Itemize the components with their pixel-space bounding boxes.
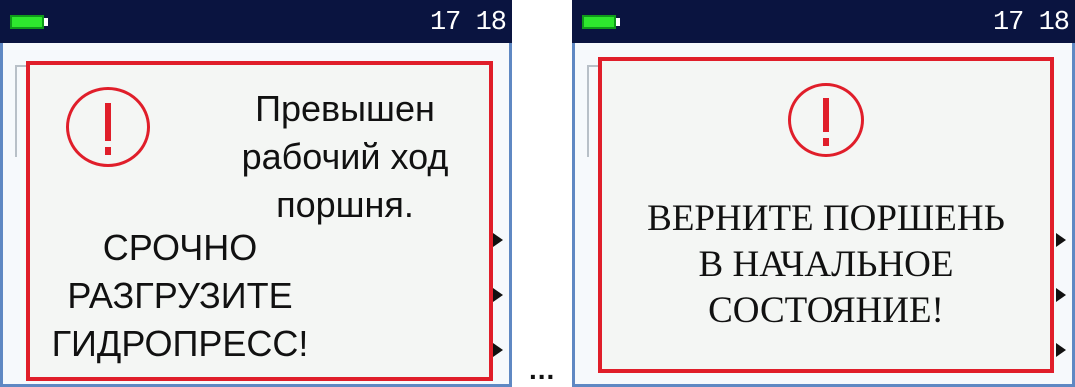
message-line: ВЕРНИТЕ ПОРШЕНЬ — [647, 198, 1005, 239]
exclamation-bar — [823, 98, 829, 132]
alert-message-top: Превышен рабочий ход поршня. — [220, 85, 470, 229]
battery-tip — [616, 18, 620, 26]
device-screen-1: 17 18 Превышен рабочий ход поршня. СРОЧН… — [0, 0, 512, 387]
alert-dialog: ВЕРНИТЕ ПОРШЕНЬ В НАЧАЛЬНОЕ СОСТОЯНИЕ! — [598, 57, 1054, 373]
exclamation-circle-icon — [788, 83, 864, 157]
exclamation-dot — [105, 147, 111, 155]
arrow-right-icon — [493, 288, 503, 302]
arrow-right-icon — [1056, 288, 1066, 302]
battery-icon — [10, 15, 44, 29]
alert-dialog: Превышен рабочий ход поршня. СРОЧНО РАЗГ… — [26, 61, 493, 381]
device-screen-2: 17 18 ВЕРНИТЕ ПОРШЕНЬ В НАЧАЛЬНОЕ СОСТОЯ… — [572, 0, 1075, 387]
message-line: СРОЧНО — [102, 227, 258, 268]
status-bar: 17 18 — [0, 0, 512, 43]
alert-message-bottom: СРОЧНО РАЗГРУЗИТЕ ГИДРОПРЕСС! — [30, 224, 330, 368]
sequence-ellipsis: ... — [529, 354, 556, 385]
alert-message: ВЕРНИТЕ ПОРШЕНЬ В НАЧАЛЬНОЕ СОСТОЯНИЕ! — [602, 196, 1050, 334]
message-line: СОСТОЯНИЕ! — [708, 290, 944, 331]
message-line: поршня. — [276, 184, 414, 225]
clock: 17 18 — [992, 8, 1070, 38]
exclamation-dot — [823, 138, 829, 146]
status-bar: 17 18 — [572, 0, 1075, 43]
arrow-right-icon — [493, 343, 503, 357]
arrow-right-icon — [1056, 233, 1066, 247]
battery-tip — [44, 18, 48, 26]
message-line: РАЗГРУЗИТЕ — [67, 275, 293, 316]
battery-icon — [582, 15, 616, 29]
arrow-right-icon — [493, 233, 503, 247]
clock: 17 18 — [429, 8, 507, 38]
message-line: рабочий ход — [241, 136, 449, 177]
message-line: ГИДРОПРЕСС! — [51, 323, 309, 364]
message-line: В НАЧАЛЬНОЕ — [698, 244, 954, 285]
exclamation-circle-icon — [66, 87, 150, 167]
message-line: Превышен — [255, 88, 435, 129]
arrow-right-icon — [1056, 343, 1066, 357]
exclamation-bar — [105, 103, 111, 141]
